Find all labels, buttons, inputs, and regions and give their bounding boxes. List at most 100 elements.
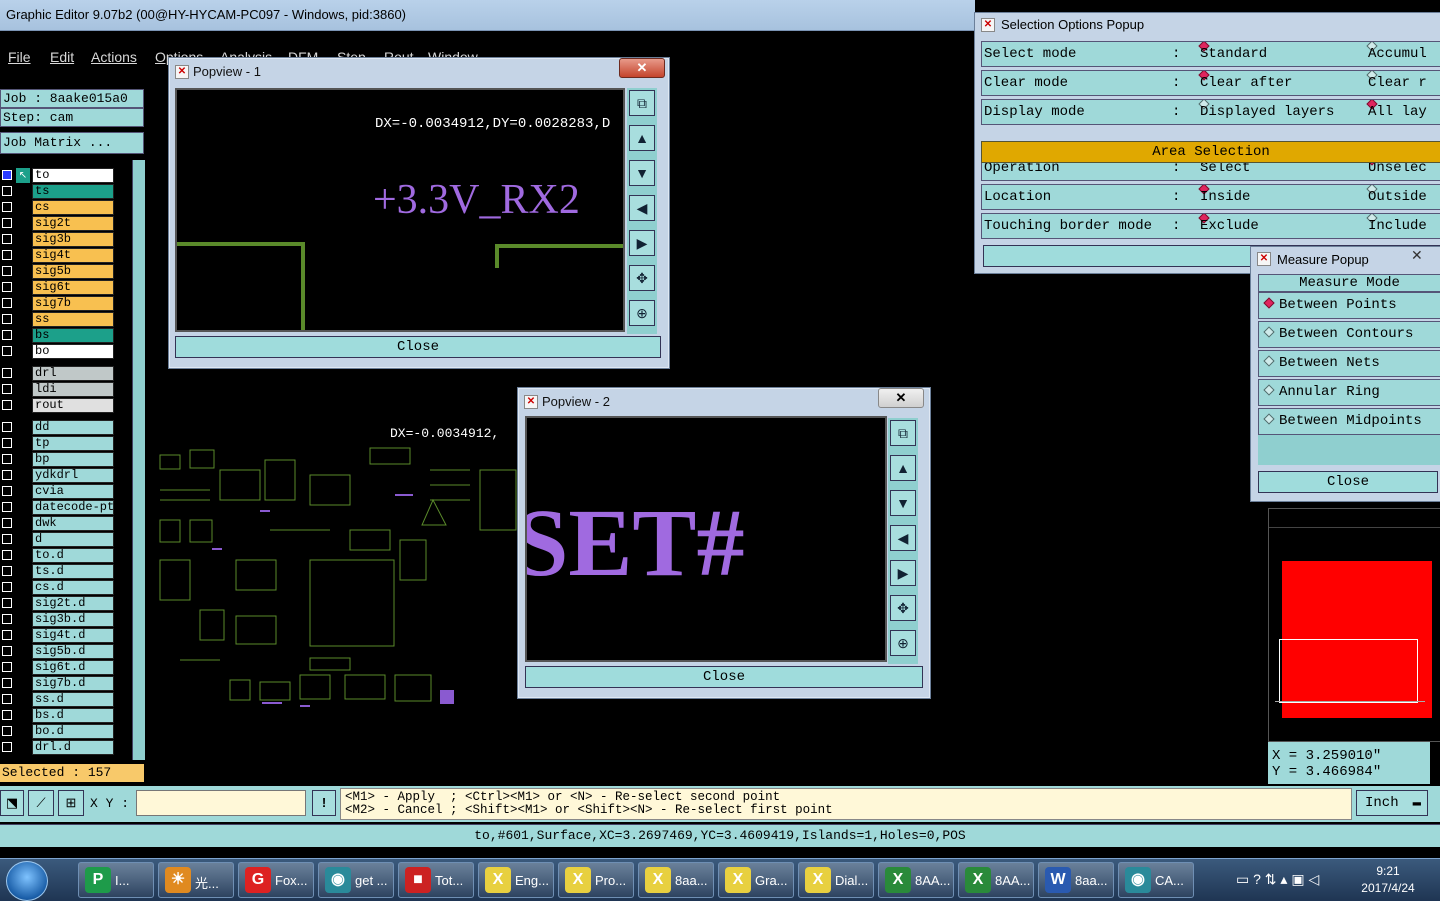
layer-name[interactable]: drl.d [32, 740, 114, 755]
mini-view[interactable] [1268, 508, 1440, 742]
layer-checkbox[interactable] [2, 662, 12, 672]
layer-checkbox[interactable] [2, 582, 12, 592]
units-button[interactable]: Inch ▬ [1356, 790, 1428, 816]
taskbar-button[interactable]: P I... [78, 862, 154, 898]
layer-name[interactable]: tp [32, 436, 114, 451]
layer-checkbox[interactable] [2, 266, 12, 276]
layer-name[interactable]: sig2t [32, 216, 114, 231]
layer-checkbox[interactable] [2, 598, 12, 608]
layer-checkbox[interactable] [2, 486, 12, 496]
layer-checkbox[interactable] [2, 518, 12, 528]
layer-name[interactable]: ydkdrl [32, 468, 114, 483]
taskbar-button[interactable]: X Eng... [478, 862, 554, 898]
layer-row[interactable]: bo [0, 344, 118, 359]
layer-name[interactable]: ts.d [32, 564, 114, 579]
layer-name[interactable]: datecode-pt [32, 500, 114, 515]
grid-icon[interactable]: ⊞ [58, 790, 84, 816]
layer-checkbox[interactable] [2, 368, 12, 378]
pan-left-icon[interactable]: ◀ [629, 195, 655, 221]
taskbar-button[interactable]: X Dial... [798, 862, 874, 898]
popview-1-close-button[interactable]: Close [175, 336, 661, 358]
layer-row[interactable]: ts.d [0, 564, 118, 579]
zoom-out-icon[interactable]: ✥ [629, 265, 655, 291]
layer-checkbox[interactable] [2, 314, 12, 324]
layer-name[interactable]: sig4t [32, 248, 114, 263]
layer-name[interactable]: bo.d [32, 724, 114, 739]
layer-row[interactable]: sig3b [0, 232, 118, 247]
layer-checkbox[interactable] [2, 710, 12, 720]
pan-up-icon[interactable]: ▲ [890, 455, 916, 481]
layer-checkbox[interactable] [2, 534, 12, 544]
layer-row[interactable]: sig5b.d [0, 644, 118, 659]
layer-name[interactable]: cvia [32, 484, 114, 499]
taskbar-button[interactable]: X Gra... [718, 862, 794, 898]
layer-name[interactable]: sig4t.d [32, 628, 114, 643]
taskbar-button[interactable]: ■ Tot... [398, 862, 474, 898]
measure-mode-option[interactable]: Between Contours [1258, 321, 1440, 348]
layer-row[interactable]: to.d [0, 548, 118, 563]
layer-row[interactable]: datecode-pt [0, 500, 118, 515]
layer-checkbox[interactable] [2, 400, 12, 410]
layer-row[interactable]: cs [0, 200, 118, 215]
layer-row[interactable]: ss.d [0, 692, 118, 707]
layer-row[interactable]: sig2t.d [0, 596, 118, 611]
layer-row[interactable]: sig5b [0, 264, 118, 279]
layer-name[interactable]: sig6t.d [32, 660, 114, 675]
layer-name[interactable]: ss.d [32, 692, 114, 707]
layer-row[interactable]: ts [0, 184, 118, 199]
taskbar-button[interactable]: W 8aa... [1038, 862, 1114, 898]
layer-name[interactable]: dd [32, 420, 114, 435]
layer-checkbox[interactable] [2, 250, 12, 260]
layer-name[interactable]: drl [32, 366, 114, 381]
layer-checkbox[interactable] [2, 646, 12, 656]
layer-row[interactable]: ydkdrl [0, 468, 118, 483]
layer-checkbox[interactable] [2, 454, 12, 464]
layer-row[interactable]: tp [0, 436, 118, 451]
alert-icon[interactable]: ! [312, 790, 336, 816]
job-matrix-button[interactable]: Job Matrix ... [0, 132, 144, 154]
layer-row[interactable]: ↖ to [0, 168, 118, 183]
measure-tool-icon[interactable]: ⟋ [28, 790, 54, 816]
layer-row[interactable]: sig7b [0, 296, 118, 311]
measure-mode-option[interactable]: Between Points [1258, 292, 1440, 319]
layer-checkbox[interactable] [2, 566, 12, 576]
taskbar-button[interactable]: ◉ get ... [318, 862, 394, 898]
zoom-window-icon[interactable]: ⧉ [629, 90, 655, 116]
layer-row[interactable]: bs [0, 328, 118, 343]
pan-down-icon[interactable]: ▼ [629, 160, 655, 186]
layer-row[interactable]: sig6t [0, 280, 118, 295]
layer-row[interactable]: sig7b.d [0, 676, 118, 691]
pan-right-icon[interactable]: ▶ [629, 230, 655, 256]
popview-1-canvas[interactable]: DX=-0.0034912,DY=0.0028283,D +3.3V_RX2 [175, 88, 625, 332]
layer-name[interactable]: cs.d [32, 580, 114, 595]
layer-row[interactable]: ldi [0, 382, 118, 397]
layer-name[interactable]: d [32, 532, 114, 547]
taskbar-button[interactable]: X 8AA... [958, 862, 1034, 898]
menu-file[interactable]: File [8, 49, 31, 65]
layer-name[interactable]: sig7b.d [32, 676, 114, 691]
layer-name[interactable]: sig3b.d [32, 612, 114, 627]
taskbar-button[interactable]: X Pro... [558, 862, 634, 898]
layer-row[interactable]: sig4t.d [0, 628, 118, 643]
layer-checkbox[interactable] [2, 438, 12, 448]
layer-row[interactable]: d [0, 532, 118, 547]
layer-checkbox[interactable] [2, 630, 12, 640]
layer-list-scrollbar[interactable] [132, 160, 145, 760]
close-icon[interactable]: ✕ [1411, 247, 1423, 264]
layer-checkbox[interactable] [2, 550, 12, 560]
taskbar-button[interactable]: X 8aa... [638, 862, 714, 898]
layer-checkbox[interactable] [2, 298, 12, 308]
layer-checkbox[interactable] [2, 726, 12, 736]
layer-row[interactable]: sig2t [0, 216, 118, 231]
menu-edit[interactable]: Edit [50, 49, 74, 65]
layer-name[interactable]: bs [32, 328, 114, 343]
pan-down-icon[interactable]: ▼ [890, 490, 916, 516]
measure-mode-option[interactable]: Between Midpoints [1258, 408, 1440, 435]
layer-name[interactable]: sig3b [32, 232, 114, 247]
layer-name[interactable]: bp [32, 452, 114, 467]
layer-checkbox[interactable] [2, 170, 12, 180]
layer-row[interactable]: dd [0, 420, 118, 435]
layer-row[interactable]: cvia [0, 484, 118, 499]
snap-icon[interactable]: ⬔ [0, 790, 24, 816]
layer-name[interactable]: sig7b [32, 296, 114, 311]
